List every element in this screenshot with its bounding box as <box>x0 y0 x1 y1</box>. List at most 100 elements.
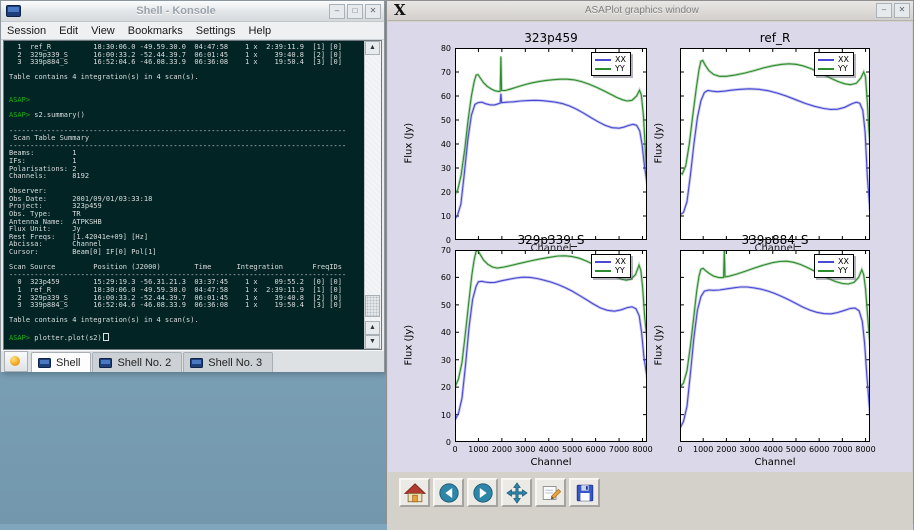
y-axis-label: Flux (Jy) <box>404 326 415 366</box>
terminal-icon <box>99 358 112 368</box>
menu-edit[interactable]: Edit <box>59 25 78 37</box>
legend-line-icon <box>818 270 834 272</box>
minimize-button[interactable]: – <box>329 4 345 19</box>
y-tick-label: 0 <box>423 236 451 245</box>
legend-line-icon <box>595 68 611 70</box>
series-yy-line <box>680 61 870 175</box>
plot-toolbar <box>387 473 913 530</box>
y-tick-label: 40 <box>423 140 451 149</box>
plot-area-323p459[interactable] <box>455 48 647 240</box>
legend-entry-xx: XX <box>818 257 849 266</box>
plot-area-ref-r[interactable] <box>680 48 870 240</box>
subplot-title-329p339-s: 329p339_S <box>455 233 647 247</box>
y-tick-label: 60 <box>423 273 451 282</box>
legend: XXYY <box>591 52 631 76</box>
session-tab-bar: Shell Shell No. 2 Shell No. 3 <box>1 350 384 372</box>
legend-line-icon <box>818 68 834 70</box>
save-floppy-icon <box>574 482 596 504</box>
plot-canvas[interactable]: 323p459Channel01020304050607080Flux (Jy)… <box>388 22 912 472</box>
x-tick-label: 8000 <box>848 445 884 454</box>
asap-prompt: ASAP> <box>9 96 30 104</box>
legend-line-icon <box>818 59 834 61</box>
scroll-up2-icon[interactable]: ▲ <box>365 321 380 335</box>
series-xx-line <box>455 277 647 420</box>
close-button[interactable]: ✕ <box>365 4 381 19</box>
series-xx-line <box>680 287 870 428</box>
legend-label: XX <box>838 258 849 266</box>
terminal-icon <box>6 5 21 17</box>
x-axis-label: Channel <box>455 457 647 468</box>
scroll-up-icon[interactable]: ▲ <box>365 41 380 55</box>
x-tick-label: 8000 <box>625 445 661 454</box>
asaplot-titlebar[interactable]: X ASAPlot graphics window – ✕ <box>387 1 913 21</box>
x11-icon: X <box>394 3 406 18</box>
terminal-output[interactable]: 1 ref_R 18:30:06.0 -49.59.30.0 04:47:58 … <box>4 41 364 349</box>
y-tick-label: 80 <box>423 44 451 53</box>
terminal-scrollbar[interactable]: ▲ ▲ ▼ <box>364 41 381 349</box>
legend-entry-yy: YY <box>595 64 626 73</box>
menu-settings[interactable]: Settings <box>196 25 236 37</box>
legend-label: XX <box>615 258 626 266</box>
tab-shell-no-2[interactable]: Shell No. 2 <box>92 352 182 372</box>
legend: XXYY <box>814 52 854 76</box>
legend-line-icon <box>595 270 611 272</box>
asaplot-minimize-button[interactable]: – <box>876 3 892 18</box>
home-icon <box>404 482 426 504</box>
x-axis-label: Channel <box>680 457 870 468</box>
axes-frame <box>681 251 870 442</box>
back-button[interactable] <box>433 478 464 507</box>
konsole-titlebar[interactable]: Shell - Konsole – □ ✕ <box>1 1 384 22</box>
subplot-config-button[interactable] <box>535 478 566 507</box>
legend: XXYY <box>814 254 854 278</box>
terminal-line <box>9 325 364 333</box>
pan-button[interactable] <box>501 478 532 507</box>
y-tick-label: 10 <box>423 212 451 221</box>
y-tick-label: 60 <box>423 92 451 101</box>
back-arrow-icon <box>438 482 460 504</box>
legend-line-icon <box>818 261 834 263</box>
menu-bar: Session Edit View Bookmarks Settings Help <box>1 22 384 40</box>
subplot-title-339p884-s: 339p884_S <box>680 233 870 247</box>
tab-shell[interactable]: Shell <box>31 352 91 372</box>
legend-label: XX <box>838 56 849 64</box>
legend-label: YY <box>838 267 848 275</box>
tab-label: Shell <box>56 357 80 369</box>
series-yy-line <box>455 56 647 194</box>
menu-view[interactable]: View <box>91 25 115 37</box>
terminal-cursor <box>103 333 109 341</box>
legend-entry-xx: XX <box>818 55 849 64</box>
home-button[interactable] <box>399 478 430 507</box>
menu-bookmarks[interactable]: Bookmarks <box>128 25 183 37</box>
menu-help[interactable]: Help <box>249 25 272 37</box>
legend-entry-yy: YY <box>818 266 849 275</box>
legend-label: XX <box>615 56 626 64</box>
plot-area-339p884-s[interactable] <box>680 250 870 442</box>
maximize-button[interactable]: □ <box>347 4 363 19</box>
tabs: Shell Shell No. 2 Shell No. 3 <box>31 352 274 372</box>
save-button[interactable] <box>569 478 600 507</box>
forward-button[interactable] <box>467 478 498 507</box>
legend-entry-xx: XX <box>595 55 626 64</box>
terminal-line: Channels: 8192 <box>9 173 364 181</box>
axes-frame <box>456 49 647 240</box>
plot-area-329p339-s[interactable] <box>455 250 647 442</box>
konsole-window: Shell - Konsole – □ ✕ Session Edit View Boo… <box>0 0 385 372</box>
legend-label: YY <box>615 267 625 275</box>
y-tick-label: 20 <box>423 188 451 197</box>
terminal-line: ASAP> s2.summary() <box>9 112 364 120</box>
terminal-line <box>9 90 364 98</box>
new-session-button[interactable] <box>4 351 28 372</box>
tab-label: Shell No. 3 <box>208 357 262 369</box>
series-yy-line <box>455 56 647 194</box>
menu-session[interactable]: Session <box>7 25 46 37</box>
legend-entry-yy: YY <box>595 266 626 275</box>
y-tick-label: 70 <box>423 68 451 77</box>
scroll-down-icon[interactable]: ▼ <box>365 335 380 349</box>
terminal-line: 3 339p884_S 16:52:04.6 -46.08.33.9 06:36… <box>9 59 364 67</box>
legend: XXYY <box>591 254 631 278</box>
tab-shell-no-3[interactable]: Shell No. 3 <box>183 352 273 372</box>
terminal-icon <box>190 358 203 368</box>
series-xx-line <box>455 94 647 219</box>
asaplot-close-button[interactable]: ✕ <box>894 3 910 18</box>
scrollbar-thumb[interactable] <box>365 295 380 317</box>
